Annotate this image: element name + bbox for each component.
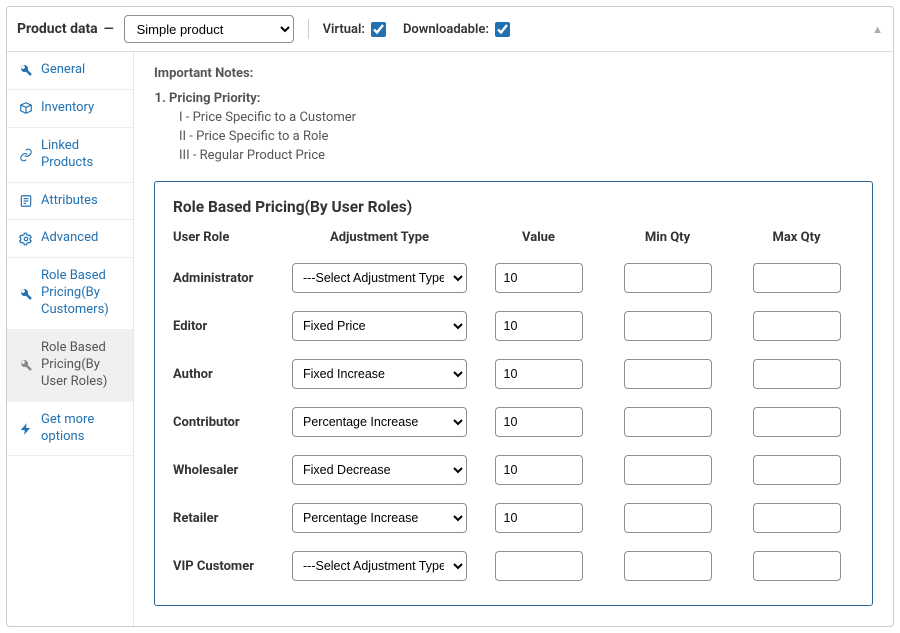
min-input[interactable] [624,503,712,533]
header-user-role: User Role [173,230,278,245]
adjustment-type-select[interactable]: ---Select Adjustment Type---Fixed PriceF… [292,551,467,581]
tab-role-based-pricing-by-user-roles[interactable]: Role Based Pricing(By User Roles) [7,330,133,402]
role-grid: User Role Adjustment Type Value Min Qty … [173,230,854,581]
notes-line-2: II - Price Specific to a Role [179,129,873,144]
value-input[interactable] [495,503,583,533]
value-input[interactable] [495,455,583,485]
virtual-label[interactable]: Virtual: [323,19,389,40]
min-input[interactable] [624,455,712,485]
value-input[interactable] [495,359,583,389]
min-input[interactable] [624,263,712,293]
value-input[interactable] [495,263,583,293]
role-label: Retailer [173,511,278,526]
value-input[interactable] [495,407,583,437]
value-input[interactable] [495,551,583,581]
role-label: VIP Customer [173,559,278,574]
separator [308,19,309,39]
max-input[interactable] [753,311,841,341]
dash: — [104,22,114,37]
tab-advanced[interactable]: Advanced [7,220,133,258]
header-adjustment-type: Adjustment Type [330,230,429,245]
downloadable-label[interactable]: Downloadable: [403,19,513,40]
sidebar: General Inventory Linked Products Attribute… [7,52,134,626]
min-input[interactable] [624,359,712,389]
role-based-pricing-box: Role Based Pricing(By User Roles) User R… [154,181,873,606]
max-input[interactable] [753,263,841,293]
downloadable-checkbox[interactable] [495,22,510,37]
tab-label: Advanced [41,230,98,247]
tab-linked-products[interactable]: Linked Products [7,128,133,183]
content-area: Important Notes: Pricing Priority: I - P… [134,52,893,626]
adjustment-type-select[interactable]: ---Select Adjustment Type---Fixed PriceF… [292,263,467,293]
notes-line-1: I - Price Specific to a Customer [179,110,873,125]
adjustment-type-select[interactable]: ---Select Adjustment Type---Fixed PriceF… [292,503,467,533]
adjustment-type-select[interactable]: ---Select Adjustment Type---Fixed PriceF… [292,359,467,389]
tab-label: Linked Products [41,138,121,172]
tab-label: Inventory [41,100,94,117]
role-label: Contributor [173,415,278,430]
header-min-qty: Min Qty [645,230,690,245]
tab-role-based-pricing-by-customers[interactable]: Role Based Pricing(By Customers) [7,258,133,330]
tab-label: Role Based Pricing(By Customers) [41,268,121,319]
value-input[interactable] [495,311,583,341]
panel-title: Product data [17,21,98,37]
role-label: Editor [173,319,278,334]
wrench-icon [19,358,33,372]
adjustment-type-select[interactable]: ---Select Adjustment Type---Fixed PriceF… [292,455,467,485]
max-input[interactable] [753,407,841,437]
notes-priority: Pricing Priority: I - Price Specific to … [169,91,873,163]
panel-body: General Inventory Linked Products Attribute… [7,52,893,626]
min-input[interactable] [624,551,712,581]
role-label: Administrator [173,271,278,286]
wrench-icon [19,63,33,77]
panel-header: Product data — Simple product Virtual: D… [7,7,893,52]
tab-label: General [41,62,85,79]
header-max-qty: Max Qty [772,230,820,245]
adjustment-type-select[interactable]: ---Select Adjustment Type---Fixed PriceF… [292,311,467,341]
max-input[interactable] [753,503,841,533]
important-notes: Important Notes: Pricing Priority: I - P… [154,66,873,163]
tab-attributes[interactable]: Attributes [7,183,133,221]
bolt-icon [19,422,33,436]
wrench-icon [19,287,33,301]
virtual-checkbox[interactable] [371,22,386,37]
link-icon [19,148,33,162]
notes-heading: Important Notes: [154,66,873,81]
role-label: Wholesaler [173,463,278,478]
collapse-icon[interactable]: ▲ [872,23,883,36]
max-input[interactable] [753,359,841,389]
gear-icon [19,232,33,246]
tab-label: Attributes [41,193,98,210]
role-label: Author [173,367,278,382]
max-input[interactable] [753,551,841,581]
tab-get-more-options[interactable]: Get more options [7,402,133,457]
tab-inventory[interactable]: Inventory [7,90,133,128]
tab-general[interactable]: General [7,52,133,90]
box-icon [19,101,33,115]
product-type-select[interactable]: Simple product [124,15,294,43]
tab-label: Get more options [41,412,121,446]
min-input[interactable] [624,407,712,437]
product-data-panel: Product data — Simple product Virtual: D… [6,6,894,627]
role-box-title: Role Based Pricing(By User Roles) [173,198,854,216]
min-input[interactable] [624,311,712,341]
header-value: Value [522,230,555,245]
adjustment-type-select[interactable]: ---Select Adjustment Type---Fixed PriceF… [292,407,467,437]
max-input[interactable] [753,455,841,485]
notes-line-3: III - Regular Product Price [179,148,873,163]
tab-label: Role Based Pricing(By User Roles) [41,340,121,391]
note-icon [19,194,33,208]
